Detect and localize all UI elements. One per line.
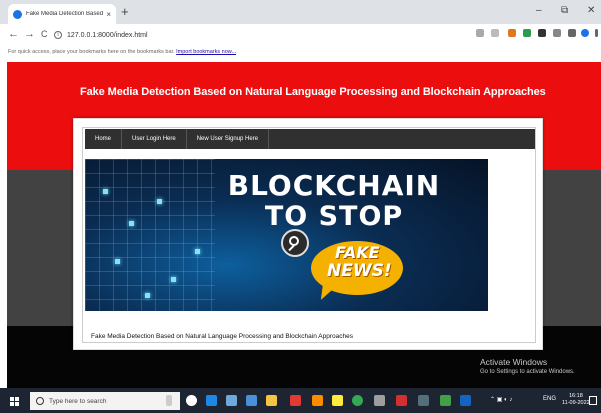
site-title: Fake Media Detection Based on Natural La… — [80, 86, 546, 98]
url-text: 127.0.0.1:8000/index.html — [67, 31, 148, 39]
address-bar[interactable]: i 127.0.0.1:8000/index.html — [54, 28, 464, 42]
metamask-extension-icon[interactable] — [508, 29, 516, 37]
search-ring-icon — [36, 397, 44, 405]
site-info-icon[interactable]: i — [54, 31, 62, 39]
reading-list-icon[interactable] — [553, 29, 561, 37]
menu-user-login[interactable]: User Login Here — [122, 129, 187, 149]
side-panel-icon[interactable] — [568, 29, 576, 37]
forward-button[interactable]: → — [24, 28, 35, 41]
page-caption: Fake Media Detection Based on Natural La… — [91, 333, 353, 340]
menu-kebab-icon[interactable] — [595, 29, 598, 37]
app-icon[interactable] — [290, 395, 301, 406]
activate-windows-watermark: Activate Windows Go to Settings to activ… — [480, 357, 575, 375]
edge-browser-icon[interactable] — [206, 395, 217, 406]
menu-home[interactable]: Home — [85, 129, 123, 149]
hero-text-blockchain: BLOCKCHAIN — [227, 169, 441, 202]
taskbar-clock[interactable]: 16:18 11-09-2022 — [562, 393, 590, 407]
tray-icons[interactable]: ⌃ ▣ ◐ ♪ — [490, 396, 512, 403]
hero-text-fake: FAKE — [335, 243, 380, 262]
file-explorer-icon[interactable] — [266, 395, 277, 406]
menu-user-signup[interactable]: New User Signup Here — [187, 129, 270, 149]
task-view-icon[interactable] — [186, 395, 197, 406]
circuit-node — [171, 277, 176, 282]
circuit-node — [195, 249, 200, 254]
pdf-reader-icon[interactable] — [396, 395, 407, 406]
bookmark-star-icon[interactable] — [491, 29, 499, 37]
bookmarks-bar: For quick access, place your bookmarks h… — [0, 46, 601, 60]
microphone-icon[interactable] — [166, 395, 172, 406]
new-tab-button[interactable]: + — [121, 5, 129, 19]
chrome-browser-icon[interactable] — [352, 395, 363, 406]
app-icon[interactable] — [312, 395, 323, 406]
clock-time: 16:18 — [568, 393, 583, 399]
watermark-subtitle: Go to Settings to activate Windows. — [480, 369, 575, 375]
import-bookmarks-link[interactable]: Import bookmarks now... — [176, 49, 236, 55]
browser-tab-bar: Fake Media Detection Based on × + – ⧉ ✕ — [0, 0, 601, 24]
main-menu: Home User Login Here New User Signup Her… — [85, 129, 535, 149]
profile-icon[interactable] — [581, 29, 589, 37]
hero-text-news: NEWS! — [327, 261, 392, 281]
share-icon[interactable] — [476, 29, 484, 37]
magnifier-handle — [288, 244, 295, 252]
circuit-node — [129, 221, 134, 226]
minimize-button[interactable]: – — [536, 5, 542, 16]
language-indicator[interactable]: ENG — [543, 396, 556, 402]
taskbar-search-box[interactable]: Type here to search — [30, 392, 180, 410]
windows-start-icon[interactable] — [10, 397, 19, 406]
app-icon[interactable] — [440, 395, 451, 406]
store-icon[interactable] — [226, 395, 237, 406]
app-icon[interactable] — [246, 395, 257, 406]
circuit-node — [145, 293, 150, 298]
app-icon[interactable] — [332, 395, 343, 406]
notification-icon[interactable] — [589, 396, 597, 405]
browser-tab[interactable]: Fake Media Detection Based on × — [8, 4, 116, 24]
magnifier-lens — [289, 236, 299, 246]
extension-icon[interactable] — [523, 29, 531, 37]
app-icon[interactable] — [418, 395, 429, 406]
content-card: Fake Media Detection Based on Natural La… — [73, 118, 543, 350]
magnifier-icon — [281, 229, 309, 257]
puzzle-extensions-icon[interactable] — [538, 29, 546, 37]
circuit-node — [115, 259, 120, 264]
circuit-node — [103, 189, 108, 194]
hero-banner-image: BLOCKCHAIN TO STOP FAKE NEWS! — [85, 159, 488, 311]
app-icon[interactable] — [374, 395, 385, 406]
taskbar-search-placeholder: Type here to search — [49, 397, 107, 405]
tab-close-icon[interactable]: × — [106, 10, 111, 19]
reload-button[interactable]: C — [41, 28, 48, 41]
back-button[interactable]: ← — [8, 28, 19, 41]
tab-title: Fake Media Detection Based on — [26, 11, 104, 17]
restore-button[interactable]: ⧉ — [561, 5, 568, 16]
watermark-title: Activate Windows — [480, 357, 548, 367]
close-window-button[interactable]: ✕ — [587, 5, 595, 16]
hero-text-to-stop: TO STOP — [264, 201, 404, 232]
circuit-node — [157, 199, 162, 204]
windows-taskbar: Type here to search ⌃ ▣ ◐ ♪ ENG 16:18 11… — [0, 388, 601, 413]
clock-date: 11-09-2022 — [562, 400, 590, 406]
bookmarks-hint: For quick access, place your bookmarks h… — [8, 49, 175, 55]
favicon-icon — [13, 9, 22, 19]
app-icon[interactable] — [460, 395, 471, 406]
